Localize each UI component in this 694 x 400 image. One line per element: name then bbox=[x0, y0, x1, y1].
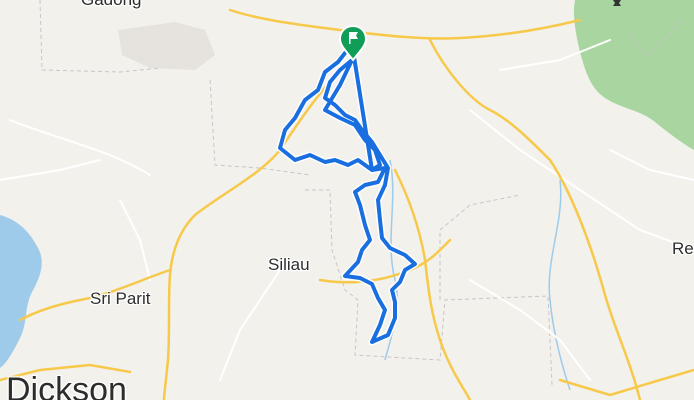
place-label-dickson: Dickson bbox=[6, 371, 127, 400]
place-label-sri-parit: Sri Parit bbox=[90, 289, 151, 308]
map-view[interactable]: Gadong Siliau Sri Parit Dickson Re bbox=[0, 0, 694, 400]
map-canvas bbox=[0, 0, 694, 400]
place-label-gadong: Gadong bbox=[81, 0, 142, 8]
place-label-re: Re bbox=[672, 239, 694, 258]
place-label-siliau: Siliau bbox=[268, 255, 310, 274]
